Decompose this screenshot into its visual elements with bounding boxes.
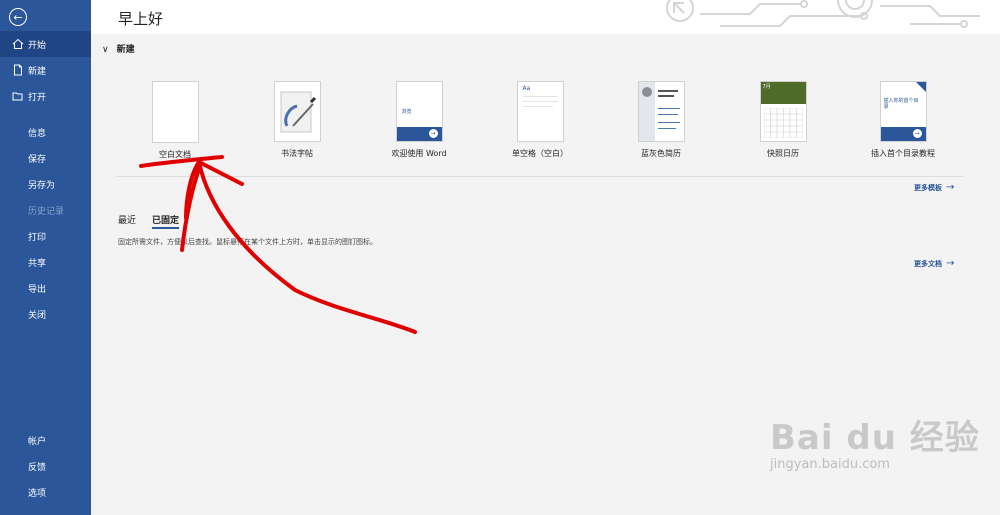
sidebar-item-label: 打开 — [28, 92, 47, 103]
template-calendar[interactable]: 7月 快照日历 — [728, 81, 838, 159]
sidebar-item-label: 另存为 — [28, 180, 56, 191]
sidebar-item-export[interactable]: 导出 — [0, 275, 91, 301]
circuit-decoration — [666, 0, 980, 28]
sidebar-item-print[interactable]: 打印 — [0, 223, 91, 249]
more-documents-link[interactable]: 更多文档 → — [914, 258, 954, 269]
folder-icon — [12, 92, 23, 101]
sidebar-item-new[interactable]: 新建 — [0, 57, 91, 83]
template-thumbnail — [637, 81, 685, 142]
sidebar-item-label: 历史记录 — [28, 206, 65, 217]
sidebar-item-label: 导出 — [28, 284, 47, 295]
template-label: 插入首个目录教程 — [871, 149, 935, 158]
sidebar-item-save-as[interactable]: 另存为 — [0, 171, 91, 197]
more-documents-label: 更多文档 — [914, 260, 942, 268]
template-resume[interactable]: 蓝灰色简历 — [606, 81, 716, 159]
sidebar-item-label: 开始 — [28, 40, 47, 51]
template-label: 单空格（空白） — [512, 149, 568, 158]
sidebar-item-info[interactable]: 信息 — [0, 119, 91, 145]
backstage-sidebar: ← 开始 新建 打开 信息 保存 另存为 历史记录 打印 共享 导出 关闭 帐户… — [0, 0, 91, 515]
thumb-text: 浏览 — [401, 109, 412, 115]
sidebar-item-history: 历史记录 — [0, 197, 91, 223]
template-thumbnail — [151, 81, 199, 143]
thumb-text: Aa — [522, 85, 531, 92]
new-badge — [915, 82, 926, 92]
thumb-text: 7月 — [762, 84, 771, 90]
template-single-spaced[interactable]: Aa 单空格（空白） — [485, 81, 595, 159]
page-title: 早上好 — [118, 10, 164, 28]
pinned-hint-text: 固定所需文件，方便以后查找。鼠标悬停在某个文件上方时，单击显示的图钉图标。 — [118, 238, 377, 246]
sidebar-item-feedback[interactable]: 反馈 — [0, 453, 91, 479]
baidu-watermark: Bai du 经验 jingyan.baidu.com — [770, 410, 980, 472]
template-thumbnail: 插入你的首个目录 → — [879, 81, 927, 142]
sidebar-item-label: 帐户 — [28, 436, 47, 447]
calendar-grid — [763, 108, 803, 138]
sidebar-item-close[interactable]: 关闭 — [0, 301, 91, 327]
more-templates-label: 更多模板 — [914, 184, 942, 192]
tab-pinned[interactable]: 已固定 — [152, 213, 180, 229]
template-label: 欢迎使用 Word — [391, 149, 447, 158]
sidebar-item-open[interactable]: 打开 — [0, 83, 91, 109]
tab-label: 最近 — [118, 216, 137, 226]
template-label: 蓝灰色简历 — [641, 149, 681, 158]
sidebar-item-label: 共享 — [28, 258, 47, 269]
template-blank-document[interactable]: 空白文档 — [120, 81, 230, 160]
sidebar-item-label: 打印 — [28, 232, 47, 243]
template-label: 书法字帖 — [281, 149, 313, 158]
header-bar: 早上好 — [91, 0, 1000, 34]
template-toc-tutorial[interactable]: 插入你的首个目录 → 插入首个目录教程 — [848, 81, 958, 159]
section-title: 新建 — [116, 45, 135, 55]
template-thumbnail: 7月 — [759, 81, 807, 142]
watermark-logo: Bai du 经验 — [770, 418, 980, 458]
sidebar-item-label: 反馈 — [28, 462, 47, 473]
sidebar-item-label: 关闭 — [28, 310, 47, 321]
chevron-down-icon: ∨ — [102, 45, 109, 55]
template-calligraphy[interactable]: 书法字帖 — [242, 81, 352, 159]
new-doc-icon — [14, 64, 22, 76]
sidebar-item-label: 信息 — [28, 128, 47, 139]
sidebar-item-label: 新建 — [28, 66, 47, 77]
template-label: 空白文档 — [159, 150, 191, 159]
template-thumbnail — [273, 81, 321, 142]
template-thumbnail: 浏览 → — [395, 81, 443, 142]
tab-label: 已固定 — [152, 216, 180, 226]
sidebar-item-save[interactable]: 保存 — [0, 145, 91, 171]
template-thumbnail: Aa — [516, 81, 564, 142]
sidebar-item-account[interactable]: 帐户 — [0, 427, 91, 453]
tab-recent[interactable]: 最近 — [118, 213, 136, 226]
new-section-toggle[interactable]: ∨ 新建 — [102, 42, 135, 55]
arrow-right-icon: → — [912, 129, 922, 138]
section-divider — [116, 176, 963, 177]
sidebar-item-options[interactable]: 选项 — [0, 479, 91, 505]
back-arrow-icon[interactable]: ← — [9, 8, 27, 26]
arrow-right-icon: → — [946, 182, 955, 193]
arrow-right-icon: → — [428, 129, 438, 138]
sidebar-item-label: 选项 — [28, 488, 47, 499]
sidebar-item-home[interactable]: 开始 — [0, 31, 91, 57]
more-templates-link[interactable]: 更多模板 → — [914, 182, 954, 193]
sidebar-item-share[interactable]: 共享 — [0, 249, 91, 275]
thumb-text: 插入你的首个目录 — [883, 98, 919, 110]
avatar — [641, 87, 652, 97]
watermark-url: jingyan.baidu.com — [770, 457, 890, 472]
home-icon — [12, 38, 24, 49]
arrow-right-icon: → — [946, 258, 955, 269]
brush-icon — [280, 91, 316, 133]
template-welcome-word[interactable]: 浏览 → 欢迎使用 Word — [364, 81, 474, 159]
sidebar-item-label: 保存 — [28, 154, 47, 165]
template-label: 快照日历 — [767, 149, 799, 158]
